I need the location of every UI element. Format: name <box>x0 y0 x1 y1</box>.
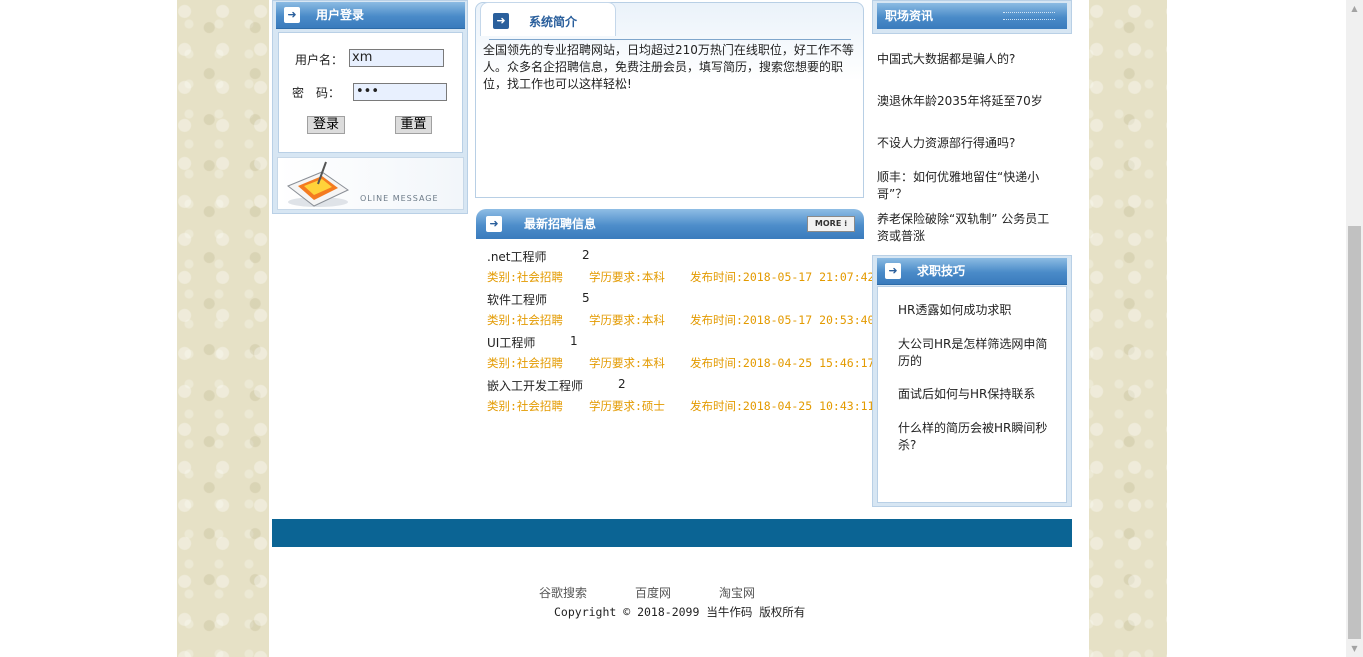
username-label: 用户名： <box>295 53 344 67</box>
job-count: 1 <box>570 334 578 348</box>
login-button[interactable]: 登录 <box>307 116 345 134</box>
job-category: 类别:社会招聘 <box>487 356 563 370</box>
job-education: 学历要求:硕士 <box>589 399 665 413</box>
job-count: 2 <box>618 377 626 391</box>
arrow-right-icon: ➜ <box>486 216 502 232</box>
tip-item[interactable]: 面试后如何与HR保持联系 <box>898 386 1048 403</box>
job-education: 学历要求:本科 <box>589 313 665 327</box>
footer-bar <box>272 519 1072 547</box>
online-message-text: OLINE MESSAGE <box>360 194 439 203</box>
online-message-banner[interactable]: OLINE MESSAGE <box>277 157 464 210</box>
job-time: 发布时间:2018-05-17 20:53:40 <box>690 313 875 327</box>
job-education: 学历要求:本科 <box>589 356 665 370</box>
job-count: 2 <box>582 248 590 262</box>
news-item[interactable]: 顺丰：如何优雅地留住“快递小哥”？ <box>877 169 1057 203</box>
reset-button[interactable]: 重置 <box>395 116 432 134</box>
arrow-right-icon: ➜ <box>493 13 509 29</box>
login-header: ➜ 用户登录 <box>276 2 465 29</box>
latest-jobs-header: ➜ 最新招聘信息 MORE ⁞ <box>476 209 864 239</box>
tip-item[interactable]: HR透露如何成功求职 <box>898 302 1048 319</box>
arrow-right-icon: ➜ <box>885 263 901 279</box>
job-category: 类别:社会招聘 <box>487 270 563 284</box>
news-header: 职场资讯 <box>877 3 1067 29</box>
password-input[interactable]: ••• <box>353 83 447 101</box>
job-category: 类别:社会招聘 <box>487 313 563 327</box>
job-time: 发布时间:2018-05-17 21:07:42 <box>690 270 875 284</box>
system-intro-text: 全国领先的专业招聘网站，日均超过210万热门在线职位，好工作不等人。众多名企招聘… <box>483 43 854 91</box>
login-title: 用户登录 <box>316 8 365 22</box>
header-decoration <box>1003 12 1055 20</box>
vertical-scrollbar[interactable]: ▲ ▼ <box>1346 0 1363 657</box>
scroll-thumb[interactable] <box>1348 226 1361 639</box>
job-title[interactable]: .net工程师 <box>487 248 547 265</box>
scroll-up-icon[interactable]: ▲ <box>1346 0 1363 17</box>
footer-link-taobao[interactable]: 淘宝网 <box>719 584 755 601</box>
copyright-text: Copyright © 2018-2099 当牛作码 版权所有 <box>554 605 806 619</box>
latest-jobs-title: 最新招聘信息 <box>524 217 597 231</box>
news-item[interactable]: 养老保险破除“双轨制” 公务员工资或普涨 <box>877 211 1057 245</box>
message-pad-icon <box>287 161 349 207</box>
news-item[interactable]: 不设人力资源部行得通吗? <box>877 135 1057 152</box>
news-item[interactable]: 澳退休年龄2035年将延至70岁 <box>877 93 1057 110</box>
job-count: 5 <box>582 291 590 305</box>
news-title: 职场资讯 <box>885 9 934 23</box>
job-time: 发布时间:2018-04-25 10:43:11 <box>690 399 875 413</box>
tip-item[interactable]: 什么样的简历会被HR瞬间秒杀? <box>898 420 1048 454</box>
job-title[interactable]: 嵌入工开发工程师 <box>487 377 583 394</box>
arrow-right-icon: ➜ <box>284 7 300 23</box>
tip-item[interactable]: 大公司HR是怎样筛选网申简历的 <box>898 336 1048 370</box>
more-button[interactable]: MORE ⁞ <box>807 216 855 232</box>
more-label: MORE <box>814 219 842 228</box>
job-tips-title: 求职技巧 <box>917 264 966 278</box>
job-tips-header: ➜ 求职技巧 <box>877 258 1067 285</box>
job-category: 类别:社会招聘 <box>487 399 563 413</box>
username-input[interactable]: xm <box>349 49 444 67</box>
job-education: 学历要求:本科 <box>589 270 665 284</box>
news-item[interactable]: 中国式大数据都是骗人的? <box>877 51 1057 68</box>
job-title[interactable]: 软件工程师 <box>487 291 547 308</box>
footer-link-google[interactable]: 谷歌搜索 <box>539 584 587 601</box>
system-intro-tab: ➜ 系统简介 <box>480 2 616 36</box>
intro-divider <box>489 39 851 40</box>
footer-link-baidu[interactable]: 百度网 <box>635 584 671 601</box>
job-title[interactable]: UI工程师 <box>487 334 535 351</box>
scroll-down-icon[interactable]: ▼ <box>1346 640 1363 657</box>
password-label: 密 码： <box>292 86 341 100</box>
job-time: 发布时间:2018-04-25 15:46:17 <box>690 356 875 370</box>
system-intro-title: 系统简介 <box>529 15 578 29</box>
